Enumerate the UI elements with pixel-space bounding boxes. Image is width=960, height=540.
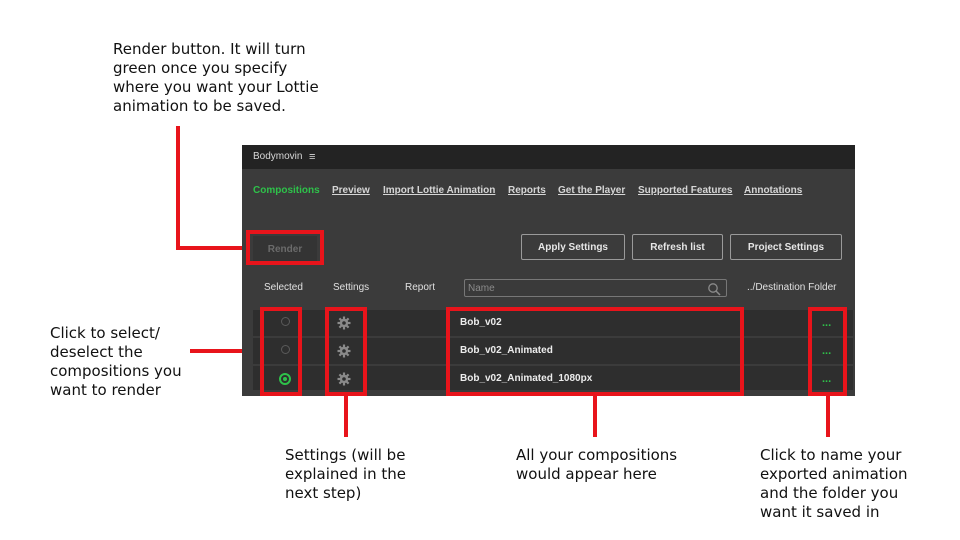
- search-box: [464, 279, 727, 297]
- tab-import-lottie[interactable]: Import Lottie Animation: [383, 185, 495, 196]
- render-connector-vertical: [176, 126, 180, 250]
- compositions-column-highlight: [446, 307, 744, 396]
- panel-titlebar: Bodymovin ≡: [242, 145, 855, 169]
- search-icon[interactable]: [707, 282, 721, 296]
- header-destination-folder: ../Destination Folder: [747, 282, 837, 293]
- folder-connector: [826, 393, 830, 437]
- render-annotation: Render button. It will turn green once y…: [113, 40, 319, 115]
- header-selected: Selected: [264, 282, 303, 293]
- compositions-connector: [593, 393, 597, 437]
- tab-supported-features[interactable]: Supported Features: [638, 185, 732, 196]
- header-settings: Settings: [333, 282, 370, 293]
- hamburger-menu-icon[interactable]: ≡: [309, 145, 315, 169]
- search-input[interactable]: [468, 281, 703, 295]
- apply-settings-button[interactable]: Apply Settings: [521, 234, 625, 260]
- tab-compositions[interactable]: Compositions: [253, 185, 320, 196]
- compositions-annotation: All your compositions would appear here: [516, 446, 678, 483]
- tab-annotations[interactable]: Annotations: [744, 185, 802, 196]
- panel-title: Bodymovin: [253, 151, 303, 162]
- select-column-highlight: [260, 307, 302, 396]
- project-settings-button[interactable]: Project Settings: [730, 234, 842, 260]
- folder-annotation: Click to name your exported animation an…: [760, 446, 908, 521]
- folder-column-highlight: [808, 307, 847, 396]
- render-highlight: [246, 230, 324, 265]
- select-annotation: Click to select/ deselect the compositio…: [50, 324, 182, 399]
- render-connector-horizontal: [176, 246, 248, 250]
- settings-annotation: Settings (will be explained in the next …: [285, 446, 406, 502]
- header-report: Report: [405, 282, 436, 293]
- tab-reports[interactable]: Reports: [508, 185, 546, 196]
- settings-column-highlight: [325, 307, 367, 396]
- refresh-list-button[interactable]: Refresh list: [632, 234, 723, 260]
- tab-preview[interactable]: Preview: [332, 185, 370, 196]
- tab-get-player[interactable]: Get the Player: [558, 185, 625, 196]
- settings-connector: [344, 393, 348, 437]
